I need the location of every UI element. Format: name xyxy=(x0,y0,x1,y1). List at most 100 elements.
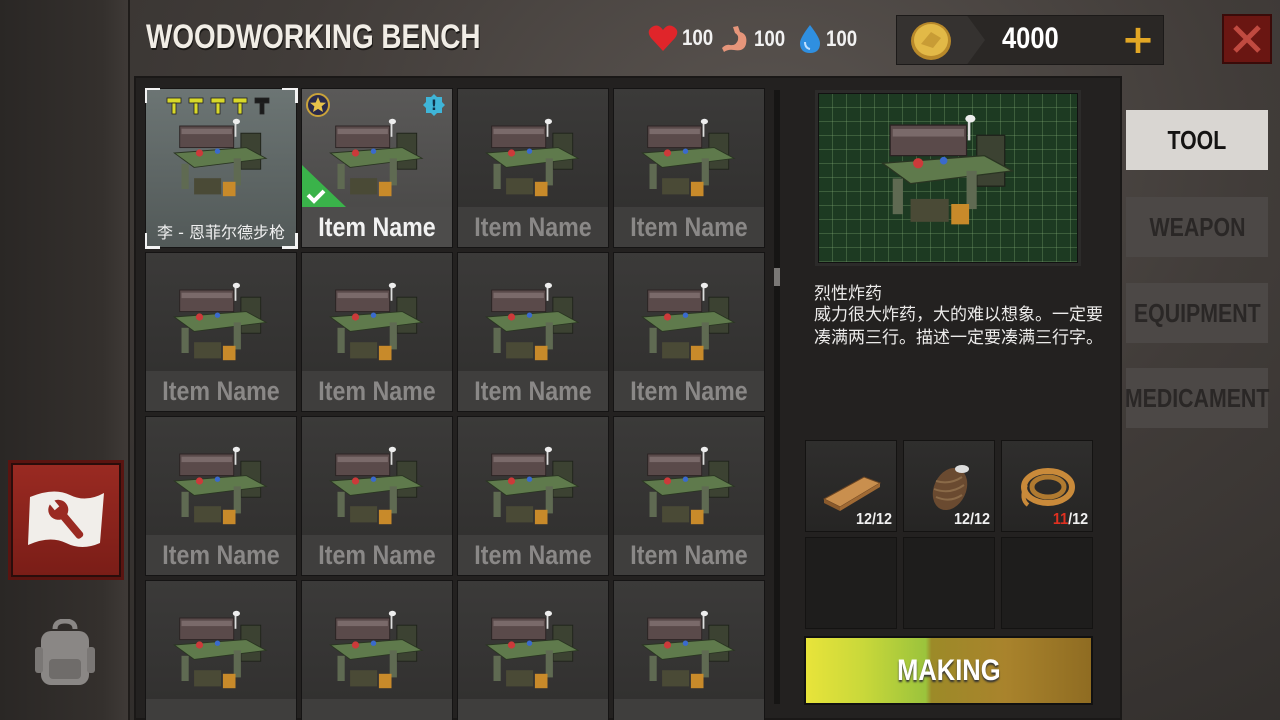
workbench-icon xyxy=(485,118,580,197)
grid-item[interactable]: Item Name xyxy=(613,88,765,248)
coin-amount: 4000 xyxy=(1002,22,1059,55)
grid-scrollbar[interactable] xyxy=(774,90,780,704)
grid-item[interactable]: Item Name! xyxy=(301,88,453,248)
grid-item[interactable]: Item Name xyxy=(457,416,609,576)
svg-text:!: ! xyxy=(431,98,437,114)
item-name: Item Name xyxy=(318,540,436,570)
item-description: 威力很大炸药，大的难以想象。一定要凑满两三行。描述一定要凑满三行字。 xyxy=(814,305,1103,348)
grid-item[interactable]: Item Name xyxy=(301,252,453,412)
crafting-nav-button[interactable] xyxy=(8,460,124,580)
hammer-icon xyxy=(188,97,204,115)
tab-equipment-label: EQUIPMENT xyxy=(1133,297,1261,328)
grid-item[interactable]: Item Name xyxy=(457,88,609,248)
grid-item[interactable]: Item Name xyxy=(613,252,765,412)
workbench-icon xyxy=(485,610,580,689)
item-name: Item Name xyxy=(474,540,592,570)
workbench-icon xyxy=(641,118,736,197)
workbench-icon xyxy=(173,118,268,197)
item-preview xyxy=(815,90,1081,266)
material-slot: 12/12 xyxy=(903,440,995,532)
workbench-icon xyxy=(329,446,424,525)
workbench-icon xyxy=(641,610,736,689)
item-name: Item Name xyxy=(318,376,436,406)
stomach-icon xyxy=(722,26,747,52)
item-name: Item Name xyxy=(630,212,748,242)
workbench-icon xyxy=(485,446,580,525)
item-title: 烈性炸药 xyxy=(814,284,882,304)
star-badge-icon xyxy=(306,93,330,117)
hunger-value: 100 xyxy=(754,26,786,51)
wrench-flag-icon xyxy=(28,491,104,547)
material-slot: 11/12 xyxy=(1001,440,1093,532)
workbench-icon xyxy=(173,446,268,525)
tier-hammers xyxy=(166,97,270,115)
backpack-nav-button[interactable] xyxy=(30,615,100,690)
material-slot-empty xyxy=(1001,537,1093,629)
hammer-icon xyxy=(232,97,248,115)
wood-plank-icon xyxy=(822,476,882,511)
workbench-icon xyxy=(173,610,268,689)
grid-item[interactable] xyxy=(145,580,297,720)
close-button[interactable] xyxy=(1222,14,1272,64)
alert-badge-icon: ! xyxy=(423,94,445,116)
item-name: Item Name xyxy=(162,540,280,570)
tab-tool[interactable]: TOOL xyxy=(1126,110,1268,170)
item-name: Item Name xyxy=(474,212,592,242)
tab-tool-label: TOOL xyxy=(1167,124,1227,155)
material-slot-empty xyxy=(805,537,897,629)
health-value: 100 xyxy=(682,25,714,50)
water-drop-icon xyxy=(800,25,820,53)
workbench-icon xyxy=(329,282,424,361)
close-icon xyxy=(1233,25,1261,53)
thread-spool-icon xyxy=(932,465,969,511)
making-button[interactable]: MAKING xyxy=(804,636,1093,705)
grid-item[interactable]: 李 - 恩菲尔德步枪 xyxy=(145,88,298,249)
hammer-icon xyxy=(166,97,182,115)
material-count: 11/12 xyxy=(1052,511,1088,528)
rope-coil-icon xyxy=(1021,468,1075,507)
grid-item[interactable]: Item Name xyxy=(301,416,453,576)
making-button-label: MAKING xyxy=(896,653,1001,687)
backpack-icon xyxy=(35,618,95,685)
item-name: Item Name xyxy=(630,540,748,570)
grid-item[interactable] xyxy=(301,580,453,720)
workbench-icon xyxy=(173,282,268,361)
tab-medicament[interactable]: MEDICAMENT xyxy=(1124,368,1270,428)
workbench-preview-image xyxy=(880,114,1015,225)
item-grid: 李 - 恩菲尔德步枪 Item Name! Item Name Item Name It… xyxy=(145,88,767,720)
left-sidebar xyxy=(0,0,130,720)
material-slot-empty xyxy=(903,537,995,629)
workbench-icon xyxy=(641,282,736,361)
tab-weapon[interactable]: WEAPON xyxy=(1126,197,1268,257)
item-name: Item Name xyxy=(318,212,436,242)
grid-item[interactable]: Item Name xyxy=(457,252,609,412)
health-stat: 100 xyxy=(648,24,719,52)
gold-coin-icon xyxy=(911,22,951,60)
material-slot: 12/12 xyxy=(805,440,897,532)
item-name: Item Name xyxy=(630,376,748,406)
grid-item[interactable]: Item Name xyxy=(145,252,297,412)
grid-item[interactable] xyxy=(457,580,609,720)
grid-item[interactable] xyxy=(613,580,765,720)
item-name: Item Name xyxy=(474,376,592,406)
heart-icon xyxy=(648,25,678,51)
grid-item[interactable]: Item Name xyxy=(145,416,297,576)
add-coins-button[interactable]: + xyxy=(1118,20,1158,60)
thirst-value: 100 xyxy=(826,26,858,51)
material-count: 12/12 xyxy=(953,511,990,528)
workbench-icon xyxy=(329,610,424,689)
hammer-icon xyxy=(210,97,226,115)
item-name: 李 - 恩菲尔德步枪 xyxy=(157,223,285,242)
tab-weapon-label: WEAPON xyxy=(1149,211,1245,242)
tab-medicament-label: MEDICAMENT xyxy=(1124,382,1270,413)
item-name: Item Name xyxy=(162,376,280,406)
grid-scroll-thumb[interactable] xyxy=(774,268,780,286)
workbench-icon xyxy=(485,282,580,361)
page-title: WOODWORKING BENCH xyxy=(146,18,481,56)
hammer-icon xyxy=(254,97,270,115)
owned-check-icon xyxy=(302,165,346,207)
material-count: 12/12 xyxy=(855,511,892,528)
tab-equipment[interactable]: EQUIPMENT xyxy=(1126,283,1268,343)
hunger-stat: 100 xyxy=(720,24,791,54)
grid-item[interactable]: Item Name xyxy=(613,416,765,576)
